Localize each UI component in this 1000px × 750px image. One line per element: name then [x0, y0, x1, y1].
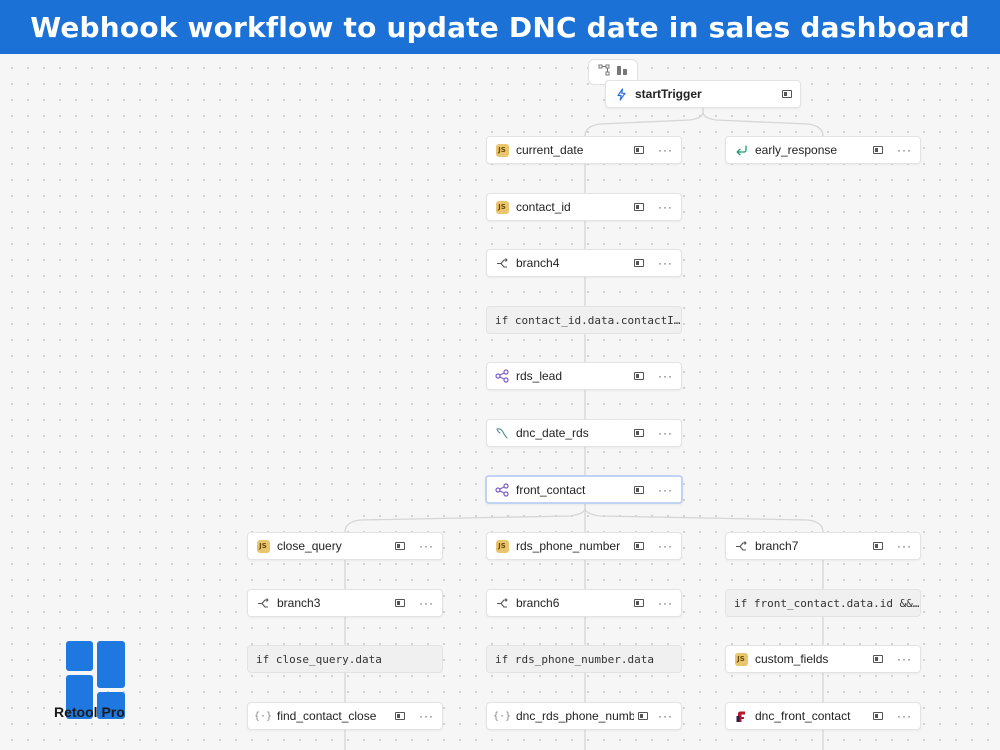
panel-toggle-icon[interactable] — [634, 146, 644, 154]
branch-condition[interactable]: if contact_id.data.contactI… — [486, 306, 682, 334]
panel-toggle-icon[interactable] — [634, 542, 644, 550]
panel-toggle-icon[interactable] — [634, 372, 644, 380]
branch-icon — [495, 596, 509, 610]
panel-toggle-icon[interactable] — [634, 429, 644, 437]
brand-name: Retool Pro — [54, 704, 125, 720]
node-label: rds_lead — [516, 369, 563, 383]
node-contact-id[interactable]: JS contact_id ··· — [486, 193, 682, 221]
node-label: branch4 — [516, 256, 560, 270]
node-current-date[interactable]: JS current_date ··· — [486, 136, 682, 164]
share-nodes-icon — [495, 482, 509, 497]
node-label: find_contact_close — [277, 709, 377, 723]
more-options-icon[interactable]: ··· — [419, 710, 434, 722]
more-options-icon[interactable]: ··· — [658, 710, 673, 722]
node-label: branch3 — [277, 596, 321, 610]
more-options-icon[interactable]: ··· — [658, 597, 673, 609]
front-app-icon — [734, 709, 748, 723]
node-branch6[interactable]: branch6 ··· — [486, 589, 682, 617]
node-label: close_query — [277, 539, 342, 553]
node-branch7[interactable]: branch7 ··· — [725, 532, 921, 560]
node-custom-fields[interactable]: JS custom_fields ··· — [725, 645, 921, 673]
more-options-icon[interactable]: ··· — [897, 144, 912, 156]
node-label: early_response — [755, 143, 838, 157]
branch-condition[interactable]: if front_contact.data.id &&… — [725, 589, 921, 617]
panel-toggle-icon[interactable] — [634, 485, 644, 494]
more-options-icon[interactable]: ··· — [897, 710, 912, 722]
graph-layout-icon[interactable] — [598, 63, 610, 81]
node-label: dnc_rds_phone_number — [516, 709, 634, 723]
node-label: branch7 — [755, 539, 799, 553]
branch-icon — [256, 596, 270, 610]
node-rds-lead[interactable]: rds_lead ··· — [486, 362, 682, 390]
more-options-icon[interactable]: ··· — [658, 427, 673, 439]
node-dnc-front-contact[interactable]: dnc_front_contact ··· — [725, 702, 921, 730]
lightning-icon — [614, 87, 628, 101]
node-label: rds_phone_number — [516, 539, 621, 553]
node-dnc-date-rds[interactable]: dnc_date_rds ··· — [486, 419, 682, 447]
node-branch3[interactable]: branch3 ··· — [247, 589, 443, 617]
panel-toggle-icon[interactable] — [873, 712, 883, 720]
node-label: dnc_front_contact — [755, 709, 851, 723]
more-options-icon[interactable]: ··· — [897, 540, 912, 552]
more-options-icon[interactable]: ··· — [658, 144, 673, 156]
curly-braces-icon: {·} — [253, 710, 273, 722]
panel-toggle-icon[interactable] — [395, 712, 405, 720]
more-options-icon[interactable]: ··· — [658, 370, 673, 382]
js-icon: JS — [495, 200, 509, 214]
node-label: startTrigger — [635, 87, 702, 101]
branch-icon — [495, 256, 509, 270]
panel-toggle-icon[interactable] — [638, 712, 648, 720]
node-label: dnc_date_rds — [516, 426, 589, 440]
share-nodes-icon — [495, 369, 509, 383]
more-options-icon[interactable]: ··· — [658, 201, 673, 213]
panel-toggle-icon[interactable] — [782, 90, 792, 98]
chart-bars-icon[interactable] — [616, 63, 628, 81]
panel-toggle-icon[interactable] — [395, 542, 405, 550]
panel-toggle-icon[interactable] — [873, 146, 883, 154]
mysql-dolphin-icon — [495, 426, 509, 440]
node-dnc-rds-phone-number[interactable]: {·} dnc_rds_phone_number ··· — [486, 702, 682, 730]
node-label: branch6 — [516, 596, 560, 610]
panel-toggle-icon[interactable] — [873, 542, 883, 550]
js-icon: JS — [256, 539, 270, 553]
node-close-query[interactable]: JS close_query ··· — [247, 532, 443, 560]
node-early-response[interactable]: early_response ··· — [725, 136, 921, 164]
more-options-icon[interactable]: ··· — [897, 653, 912, 665]
js-icon: JS — [495, 143, 509, 157]
return-arrow-icon — [734, 143, 748, 157]
curly-braces-icon: {·} — [492, 710, 512, 722]
panel-toggle-icon[interactable] — [634, 599, 644, 607]
panel-toggle-icon[interactable] — [873, 655, 883, 663]
node-find-contact-close[interactable]: {·} find_contact_close ··· — [247, 702, 443, 730]
branch-icon — [734, 539, 748, 553]
node-label: contact_id — [516, 200, 571, 214]
node-label: custom_fields — [755, 652, 829, 666]
js-icon: JS — [495, 539, 509, 553]
node-start-trigger[interactable]: startTrigger — [605, 80, 801, 108]
more-options-icon[interactable]: ··· — [658, 257, 673, 269]
node-branch4[interactable]: branch4 ··· — [486, 249, 682, 277]
branch-condition[interactable]: if close_query.data — [247, 645, 443, 673]
panel-toggle-icon[interactable] — [634, 259, 644, 267]
more-options-icon[interactable]: ··· — [658, 540, 673, 552]
page-title-banner: Webhook workflow to update DNC date in s… — [0, 0, 1000, 54]
more-options-icon[interactable]: ··· — [419, 540, 434, 552]
node-label: front_contact — [516, 482, 586, 497]
branch-condition[interactable]: if rds_phone_number.data — [486, 645, 682, 673]
js-icon: JS — [734, 652, 748, 666]
more-options-icon[interactable]: ··· — [419, 597, 434, 609]
node-front-contact[interactable]: front_contact ··· — [485, 475, 683, 504]
node-label: current_date — [516, 143, 584, 157]
panel-toggle-icon[interactable] — [395, 599, 405, 607]
panel-toggle-icon[interactable] — [634, 203, 644, 211]
node-rds-phone-number[interactable]: JS rds_phone_number ··· — [486, 532, 682, 560]
more-options-icon[interactable]: ··· — [658, 484, 673, 496]
